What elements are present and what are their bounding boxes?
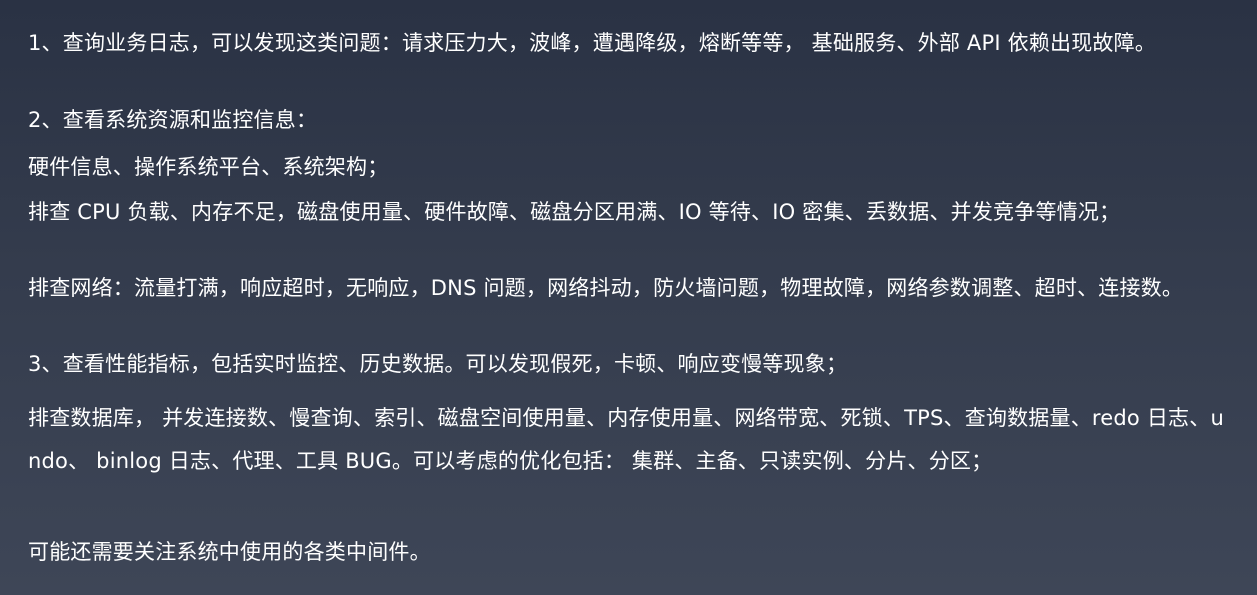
- document-page: 1、查询业务日志，可以发现这类问题：请求压力大，波峰，遭遇降级，熔断等等， 基础…: [0, 0, 1257, 595]
- paragraph-middleware: 可能还需要关注系统中使用的各类中间件。: [28, 540, 431, 564]
- paragraph-query-business-logs: 1、查询业务日志，可以发现这类问题：请求压力大，波峰，遭遇降级，熔断等等， 基础…: [28, 31, 1157, 55]
- paragraph-hardware-info: 硬件信息、操作系统平台、系统架构；: [28, 155, 389, 179]
- paragraph-check-system-resources: 2、查看系统资源和监控信息：: [28, 108, 318, 132]
- paragraph-investigate-network: 排查网络：流量打满，响应超时，无响应，DNS 问题，网络抖动，防火墙问题，物理故…: [28, 276, 1184, 300]
- paragraph-check-performance-metrics: 3、查看性能指标，包括实时监控、历史数据。可以发现假死，卡顿、响应变慢等现象；: [28, 352, 848, 376]
- paragraph-investigate-cpu-memory: 排查 CPU 负载、内存不足，磁盘使用量、硬件故障、磁盘分区用满、IO 等待、I…: [28, 200, 1121, 224]
- paragraph-investigate-database: 排查数据库， 并发连接数、慢查询、索引、磁盘空间使用量、内存使用量、网络带宽、死…: [28, 406, 1224, 473]
